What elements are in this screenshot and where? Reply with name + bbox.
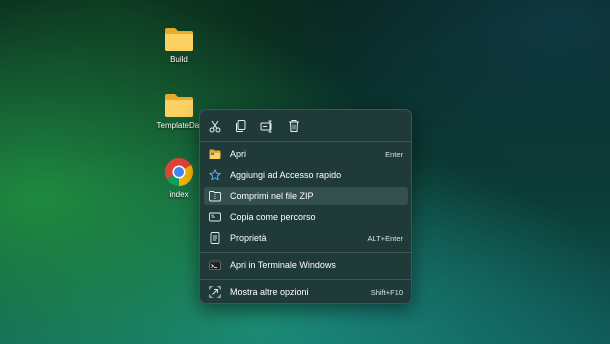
copy-icon[interactable] bbox=[233, 118, 249, 134]
menu-item-shortcut: ALT+Enter bbox=[367, 233, 403, 243]
menu-item-shortcut: Shift+F10 bbox=[370, 287, 403, 297]
desktop-icon-build[interactable]: Build bbox=[149, 26, 209, 64]
menu-item-comprimi-zip[interactable]: Comprimi nel file ZIP bbox=[204, 187, 408, 205]
separator bbox=[200, 279, 411, 280]
properties-icon bbox=[210, 232, 220, 244]
folder-open-icon bbox=[209, 149, 221, 159]
path-icon bbox=[209, 212, 221, 222]
menu-item-label: Aggiungi ad Accesso rapido bbox=[230, 170, 342, 180]
star-icon bbox=[209, 169, 221, 181]
chrome-icon bbox=[165, 158, 193, 186]
menu-item-mostra-altre-opzioni[interactable]: Mostra altre opzioni Shift+F10 bbox=[204, 283, 408, 301]
menu-item-label: Comprimi nel file ZIP bbox=[230, 191, 314, 201]
menu-item-apri-terminale[interactable]: Apri in Terminale Windows bbox=[204, 256, 408, 274]
rename-icon[interactable] bbox=[259, 118, 275, 134]
desktop-icon-label: Build bbox=[170, 55, 188, 64]
separator bbox=[200, 252, 411, 253]
terminal-icon bbox=[209, 260, 221, 270]
menu-item-label: Apri bbox=[230, 149, 247, 159]
menu-item-label: Apri in Terminale Windows bbox=[230, 260, 336, 270]
menu-item-label: Proprietà bbox=[230, 233, 267, 243]
menu-item-proprieta[interactable]: Proprietà ALT+Enter bbox=[204, 229, 408, 247]
menu-item-label: Mostra altre opzioni bbox=[230, 287, 309, 297]
menu-item-copia-percorso[interactable]: Copia come percorso bbox=[204, 208, 408, 226]
menu-item-aggiungi-accesso-rapido[interactable]: Aggiungi ad Accesso rapido bbox=[204, 166, 408, 184]
cut-icon[interactable] bbox=[207, 118, 223, 134]
menu-item-apri[interactable]: Apri Enter bbox=[204, 145, 408, 163]
context-menu-toolbar bbox=[200, 110, 411, 142]
zip-folder-icon bbox=[209, 191, 221, 202]
delete-icon[interactable] bbox=[286, 118, 302, 134]
context-menu: Apri Enter Aggiungi ad Accesso rapido Co… bbox=[199, 109, 412, 304]
folder-icon bbox=[165, 28, 193, 51]
more-options-icon bbox=[209, 286, 221, 298]
folder-icon bbox=[165, 94, 193, 117]
menu-item-shortcut: Enter bbox=[385, 149, 403, 159]
menu-item-label: Copia come percorso bbox=[230, 212, 316, 222]
separator bbox=[200, 141, 411, 142]
